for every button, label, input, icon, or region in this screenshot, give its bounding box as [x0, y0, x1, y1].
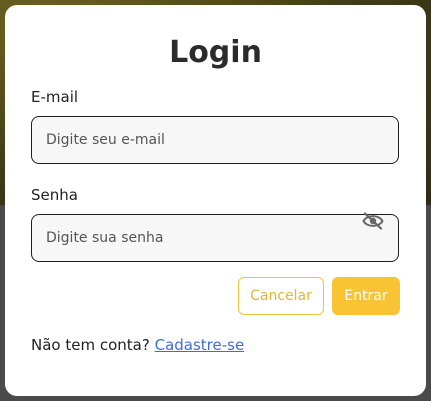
email-input[interactable] [31, 116, 399, 164]
email-label: E-mail [31, 88, 79, 106]
signup-prompt-text: Não tem conta? [31, 336, 150, 354]
password-input[interactable] [31, 214, 399, 262]
signup-link[interactable]: Cadastre-se [155, 336, 245, 354]
password-label: Senha [31, 186, 78, 204]
dialog-title: Login [169, 35, 262, 70]
login-dialog: Login E-mail Senha Cancelar Entrar Não t… [5, 5, 426, 396]
signup-prompt: Não tem conta? Cadastre-se [31, 336, 244, 354]
cancel-button[interactable]: Cancelar [238, 277, 324, 315]
eye-slash-icon[interactable] [362, 212, 384, 230]
login-button[interactable]: Entrar [332, 277, 400, 315]
